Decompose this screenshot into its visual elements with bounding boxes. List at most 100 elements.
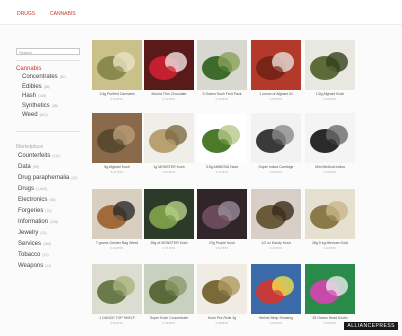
sidebar-item-label: Weapons — [18, 263, 44, 269]
sidebar-item[interactable]: Synthetics (38) — [22, 103, 58, 109]
sidebar-item-label: Electronics — [18, 197, 48, 203]
sidebar-item-label: Drugs — [18, 186, 35, 192]
sidebar-item[interactable]: Counterfeits (111) — [18, 153, 60, 159]
listing-photo[interactable] — [251, 113, 301, 163]
listing-title[interactable]: Super Kush Concentrate — [144, 316, 194, 320]
sidebar-item[interactable]: Tobacco (21) — [18, 252, 49, 258]
sidebar-item[interactable]: Forgeries (76) — [18, 208, 52, 214]
listing-photo[interactable] — [197, 264, 247, 314]
listing-title[interactable]: 28 Grams Head Exotic — [305, 316, 355, 320]
sidebar-item[interactable]: Electronics (38) — [18, 197, 56, 203]
listing-photo[interactable] — [305, 189, 355, 239]
listing-title[interactable]: 1/2 oz Kandy Kush — [251, 241, 301, 245]
listing-title[interactable]: Mocha Thin Chocolate — [144, 92, 194, 96]
nav-link-cannabis[interactable]: CANNABIS — [50, 11, 76, 17]
listing-photo[interactable] — [305, 264, 355, 314]
section-heading: Marketplace — [16, 144, 44, 150]
sidebar-item-count: (66) — [43, 84, 50, 89]
listing-price: 0.18 BTC — [162, 321, 176, 325]
sidebar-item-label: Counterfeits — [18, 153, 51, 159]
sidebar-item-count: (42) — [71, 176, 78, 180]
sidebar-item-label: Hash — [22, 93, 37, 99]
listing-title[interactable]: 20g Purple Kush — [197, 241, 247, 245]
sidebar-item[interactable]: Services (155) — [18, 241, 51, 247]
listing-price: 0.66 BTC — [110, 321, 124, 325]
nav-link-drugs[interactable]: DRUGS — [17, 11, 35, 17]
listing-title[interactable]: Kush Pre-Rolls 3g — [197, 316, 247, 320]
listing-price: 0.30 BTC — [110, 97, 124, 101]
listing-photo[interactable] — [251, 189, 301, 239]
listing-price: 0.11 BTC — [215, 170, 229, 174]
listing-title[interactable]: 28g 5 kg Mexican Gold — [305, 241, 355, 245]
sidebar-item-count: (87) — [59, 75, 66, 79]
listing-photo[interactable] — [92, 264, 142, 314]
listing-title[interactable]: 7 grams Grinder Bag Weed — [92, 241, 142, 245]
listing-price: 0.44 BTC — [323, 246, 337, 250]
listing-photo[interactable] — [92, 189, 142, 239]
sidebar-item-label: Concentrates — [22, 74, 58, 80]
listing-photo[interactable] — [144, 113, 194, 163]
listing-photo[interactable] — [92, 40, 142, 90]
sidebar-item[interactable]: Drug paraphernalia (42) — [18, 175, 78, 181]
listing-photo[interactable] — [197, 189, 247, 239]
listing-price: 0.04 BTC — [162, 170, 176, 174]
listing-photo[interactable] — [305, 113, 355, 163]
listing-title[interactable]: 1/2g Afghani Kush — [305, 92, 355, 96]
listing-price: 0.85 BTC — [269, 97, 283, 101]
sidebar-item-label: Jewelry — [18, 230, 39, 236]
sidebar-item-count: (11) — [45, 264, 52, 268]
listing-price: 0.26 BTC — [269, 170, 283, 174]
listing-title[interactable]: 5g Afghani Kush — [92, 165, 142, 169]
sidebar-item-count: (1,643) — [36, 187, 48, 191]
listing-price: 0.12 BTC — [162, 97, 176, 101]
listing-title[interactable]: Herbal Wrap Smoking — [251, 316, 301, 320]
listing-title[interactable]: Super Indica Cartridge — [251, 165, 301, 169]
listing-title[interactable]: 3 Grams Kush Fruit Pack — [197, 92, 247, 96]
listing-title[interactable]: 28g of MONSTER Kush — [144, 241, 194, 245]
listing-price: 0.40 BTC — [269, 246, 283, 250]
sidebar-item[interactable]: Concentrates (87) — [22, 74, 66, 80]
listing-photo[interactable] — [144, 40, 194, 90]
listing-price: 0.09 BTC — [323, 170, 337, 174]
sidebar-item[interactable]: Jewelry (31) — [18, 230, 47, 236]
sidebar-item[interactable]: Information (245) — [18, 219, 58, 225]
listing-title[interactable]: Mini Medical Indica — [305, 165, 355, 169]
listing-price: 0.19 BTC — [215, 97, 229, 101]
sidebar-item-label: Drug paraphernalia — [18, 175, 70, 181]
listing-photo[interactable] — [92, 113, 142, 163]
listing-title[interactable]: 3.5g AMNESIA Haze — [197, 165, 247, 169]
listing-price: 0.71 BTC — [162, 246, 176, 250]
listing-title[interactable]: 1/4g Purified Cannabis — [92, 92, 142, 96]
listing-photo[interactable] — [251, 264, 301, 314]
sidebar-item-label: Weed — [22, 112, 38, 118]
sidebar-item-count: (89) — [32, 165, 39, 169]
sidebar-item[interactable]: Data (89) — [18, 164, 39, 170]
category-heading[interactable]: Cannabis — [16, 66, 41, 72]
sidebar-item-count: (76) — [45, 209, 52, 213]
listing-photo[interactable] — [197, 40, 247, 90]
sidebar-item-label: Synthetics — [22, 102, 50, 109]
listing-title[interactable]: 1 ounce of Afghani #1 — [251, 92, 301, 96]
listing-title[interactable]: 1g MONSTER Kush — [144, 165, 194, 169]
sidebar-item[interactable]: Hash (145) — [22, 93, 46, 99]
search-input[interactable]: Search — [16, 48, 80, 55]
divider — [16, 131, 80, 132]
sidebar-item[interactable]: Edibles (66) — [22, 84, 50, 90]
sidebar-item[interactable]: Weapons (11) — [18, 263, 51, 269]
listing-photo[interactable] — [305, 40, 355, 90]
watermark: ALLIANCEPRESS — [344, 322, 398, 330]
listing-photo[interactable] — [197, 113, 247, 163]
listing-photo[interactable] — [144, 189, 194, 239]
page-frame: DRUGS CANNABIS Search Cannabis Marketpla… — [0, 0, 402, 336]
sidebar-item-label: Forgeries — [18, 208, 44, 214]
listing-price: 0.32 BTC — [110, 246, 124, 250]
sidebar-item[interactable]: Drugs (1,643) — [18, 186, 47, 192]
listing-photo[interactable] — [144, 264, 194, 314]
sidebar-item[interactable]: Weed (812) — [22, 112, 48, 118]
divider — [16, 60, 80, 61]
listing-price: 0.52 BTC — [215, 246, 229, 250]
listing-price: 0.21 BTC — [110, 170, 124, 174]
listing-title[interactable]: 1 OUNCE TOP SHELF — [92, 316, 142, 320]
sidebar-item-count: (155) — [43, 242, 52, 246]
listing-photo[interactable] — [251, 40, 301, 90]
